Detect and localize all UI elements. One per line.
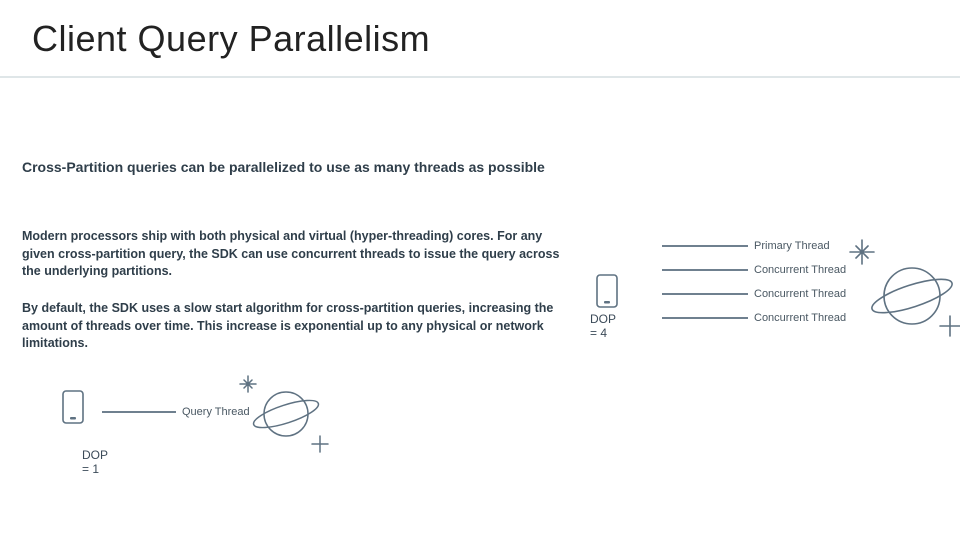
dop4-thread-row: Concurrent Thread [652, 288, 846, 300]
subheading: Cross-Partition queries can be paralleli… [22, 158, 562, 177]
thread-line [102, 411, 176, 413]
dop4-thread-label-2: Concurrent Thread [754, 288, 846, 300]
slide-root: Client Query Parallelism Cross-Partition… [0, 0, 960, 540]
planet-sparkle-small-icon [208, 372, 338, 462]
thread-line [662, 269, 748, 271]
dop4-thread-label-1: Concurrent Thread [754, 264, 846, 276]
planet-sparkle-large-icon [842, 234, 960, 354]
thread-line [662, 293, 748, 295]
dop4-thread-label-3: Concurrent Thread [754, 312, 846, 324]
dop4-thread-label-0: Primary Thread [754, 240, 830, 252]
dop1-label: DOP = 1 [82, 448, 108, 476]
thread-line [662, 317, 748, 319]
phone-icon [62, 390, 84, 424]
dop4-threads: Primary Thread Concurrent Thread Concurr… [652, 240, 846, 336]
dop4-thread-row: Primary Thread [652, 240, 846, 252]
slide-title: Client Query Parallelism [32, 18, 430, 60]
dop4-thread-row: Concurrent Thread [652, 264, 846, 276]
paragraph-processors: Modern processors ship with both physica… [22, 228, 572, 281]
paragraph-slow-start: By default, the SDK uses a slow start al… [22, 300, 572, 353]
dop4-thread-row: Concurrent Thread [652, 312, 846, 324]
title-underline [0, 76, 960, 78]
thread-line [662, 245, 748, 247]
dop4-label: DOP = 4 [590, 312, 616, 340]
dop1-group: Query Thread DOP = 1 [62, 390, 84, 424]
phone-icon [596, 274, 618, 308]
